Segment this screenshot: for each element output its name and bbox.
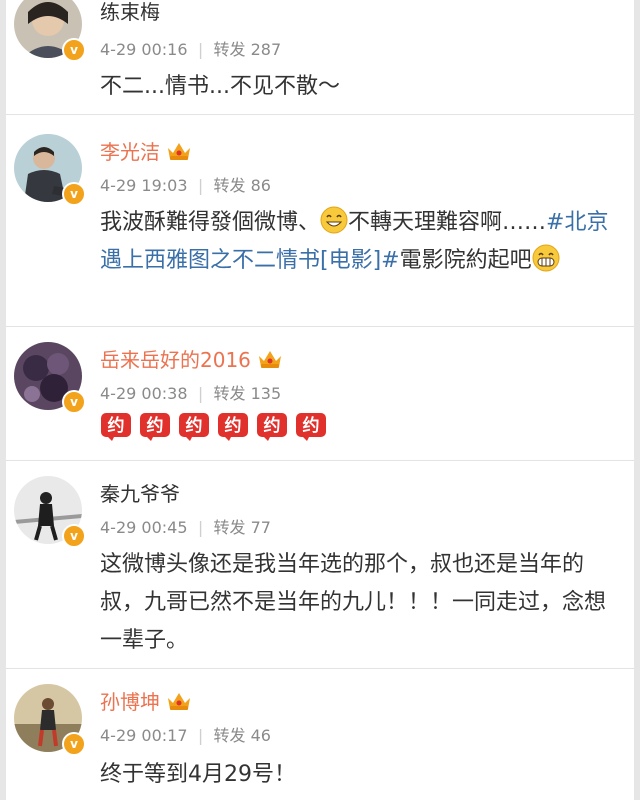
commenter-name-text: 孙博坤	[100, 690, 160, 714]
commenter-name[interactable]: 李光洁	[100, 136, 192, 165]
gift-stickers: 约约约约约约	[100, 412, 334, 446]
comment-text: 我波酥難得發個微博、 不轉天理難容啊……#北京遇上西雅图之不二情书[电影]#電影院…	[100, 204, 615, 280]
vip-crown-icon	[168, 143, 190, 160]
svg-text:约: 约	[147, 415, 164, 436]
svg-text:约: 约	[186, 415, 203, 436]
svg-text:约: 约	[264, 415, 281, 436]
commenter-name[interactable]: 孙博坤	[100, 686, 192, 715]
meta-separator: |	[197, 40, 204, 59]
yue-sticker-icon: 约	[257, 413, 287, 441]
comment-text: 这微博头像还是我当年选的那个，叔也还是当年的叔，九哥已然不是当年的九儿！！！一同…	[100, 552, 607, 653]
repost-count[interactable]: 转发 86	[214, 176, 271, 195]
commenter-name[interactable]: 岳来岳好的2016	[100, 344, 283, 373]
comment-text-part: 我波酥難得發個微博、	[100, 210, 321, 235]
comment-item: v 练束梅 4-29 00:16 | 转发 287 不二...情书...不见不散～	[6, 0, 634, 115]
comment-time: 4-29 19:03	[100, 176, 188, 195]
verified-badge-icon: v	[62, 390, 86, 414]
repost-count[interactable]: 转发 46	[214, 726, 271, 745]
yue-sticker-icon: 约	[218, 413, 248, 441]
comment-meta: 4-29 19:03 | 转发 86	[100, 172, 271, 196]
repost-count[interactable]: 转发 77	[214, 518, 271, 537]
comment-time: 4-29 00:45	[100, 518, 188, 537]
meta-separator: |	[197, 518, 204, 537]
verified-badge-icon: v	[62, 732, 86, 756]
svg-text:约: 约	[303, 415, 320, 436]
big-smile-emoji-icon	[532, 244, 560, 272]
yue-sticker-icon: 约	[140, 413, 170, 441]
repost-count[interactable]: 转发 135	[214, 384, 282, 403]
commenter-name[interactable]: 秦九爷爷	[100, 478, 180, 507]
comment-item: v 秦九爷爷 4-29 00:45 | 转发 77 这微博头像还是我当年选的那个，叔…	[6, 460, 634, 669]
commenter-name-text: 岳来岳好的2016	[100, 348, 251, 372]
yue-sticker-icon: 约	[296, 413, 326, 441]
comment-meta: 4-29 00:17 | 转发 46	[100, 722, 271, 746]
comment-text-part: 電影院約起吧	[399, 248, 532, 273]
comment-meta: 4-29 00:38 | 转发 135	[100, 380, 281, 404]
yue-sticker-icon: 约	[179, 413, 209, 441]
verified-badge-icon: v	[62, 38, 86, 62]
comment-feed: v 练束梅 4-29 00:16 | 转发 287 不二...情书...不见不散～ …	[6, 0, 634, 800]
comment-text-part: 不轉天理難容啊……	[348, 210, 547, 235]
commenter-name-text: 李光洁	[100, 140, 160, 164]
comment-time: 4-29 00:17	[100, 726, 188, 745]
comment-item: v 孙博坤 4-29 00:17 | 转发 46 终于等到4月29号！	[6, 668, 634, 800]
comment-meta: 4-29 00:16 | 转发 287	[100, 36, 281, 60]
vip-crown-icon	[168, 693, 190, 710]
grin-emoji-icon	[320, 206, 348, 234]
meta-separator: |	[197, 726, 204, 745]
comment-time: 4-29 00:16	[100, 40, 188, 59]
repost-count[interactable]: 转发 287	[214, 40, 282, 59]
verified-badge-icon: v	[62, 182, 86, 206]
vip-crown-icon	[258, 351, 281, 368]
svg-text:约: 约	[108, 415, 125, 436]
comment-text: 不二...情书...不见不散～	[100, 74, 340, 99]
comment-meta: 4-29 00:45 | 转发 77	[100, 514, 271, 538]
yue-sticker-icon: 约	[101, 413, 131, 441]
comment-item: v 李光洁 4-29 19:03 | 转发 86 我波酥難得發個微博、 不轉天理難容啊…	[6, 114, 634, 327]
svg-text:约: 约	[225, 415, 242, 436]
comment-text: 终于等到4月29号！	[100, 762, 296, 787]
meta-separator: |	[197, 384, 204, 403]
comment-time: 4-29 00:38	[100, 384, 188, 403]
commenter-name[interactable]: 练束梅	[100, 0, 160, 25]
verified-badge-icon: v	[62, 524, 86, 548]
meta-separator: |	[197, 176, 204, 195]
comment-item: v 岳来岳好的2016 4-29 00:38 | 转发 135 约 约 约 约 约 约	[6, 326, 634, 461]
